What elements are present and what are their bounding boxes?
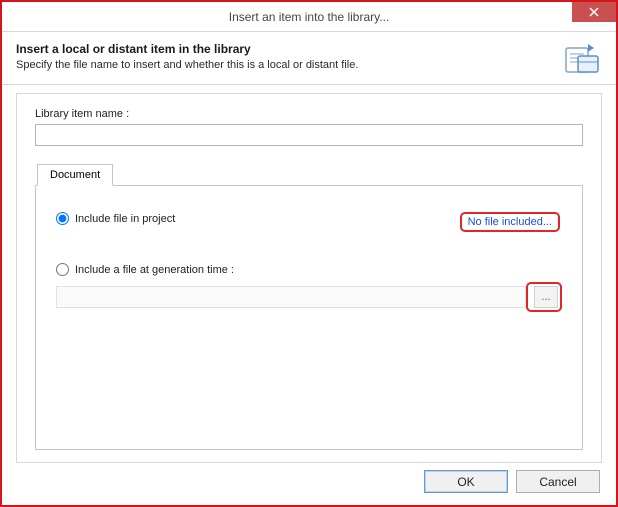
library-item-input[interactable]	[35, 124, 583, 146]
browse-highlight: ...	[526, 282, 562, 312]
window-title: Insert an item into the library...	[2, 10, 616, 24]
radio-include-at-generation-label: Include a file at generation time :	[75, 264, 234, 276]
tab-body-document: Include file in project No file included…	[35, 185, 583, 450]
close-icon	[589, 7, 599, 17]
radio-include-at-generation[interactable]	[56, 263, 69, 276]
tab-document[interactable]: Document	[37, 164, 113, 186]
library-item-label: Library item name :	[35, 108, 583, 120]
tab-area: Document Include file in project No file…	[35, 164, 583, 450]
ellipsis-icon: ...	[541, 291, 550, 303]
content-area: Library item name : Document Include fil…	[2, 85, 616, 463]
option-include-at-generation-row[interactable]: Include a file at generation time :	[56, 263, 562, 276]
close-button[interactable]	[572, 2, 616, 22]
titlebar: Insert an item into the library...	[2, 2, 616, 32]
library-icon	[564, 42, 602, 76]
browse-button[interactable]: ...	[534, 286, 558, 308]
radio-include-in-project[interactable]	[56, 212, 69, 225]
no-file-included-link[interactable]: No file included...	[460, 212, 560, 232]
dialog-footer: OK Cancel	[2, 460, 616, 505]
generation-path-row: ...	[56, 282, 562, 312]
header-text: Insert a local or distant item in the li…	[16, 42, 556, 71]
cancel-button[interactable]: Cancel	[516, 470, 600, 493]
ok-button[interactable]: OK	[424, 470, 508, 493]
header-title: Insert a local or distant item in the li…	[16, 42, 556, 56]
option-include-at-generation: Include a file at generation time : ...	[56, 263, 562, 312]
header-subtitle: Specify the file name to insert and whet…	[16, 59, 556, 71]
header-band: Insert a local or distant item in the li…	[2, 32, 616, 85]
inner-panel: Library item name : Document Include fil…	[16, 93, 602, 463]
generation-path-input	[56, 286, 526, 308]
radio-include-in-project-label: Include file in project	[75, 213, 175, 225]
